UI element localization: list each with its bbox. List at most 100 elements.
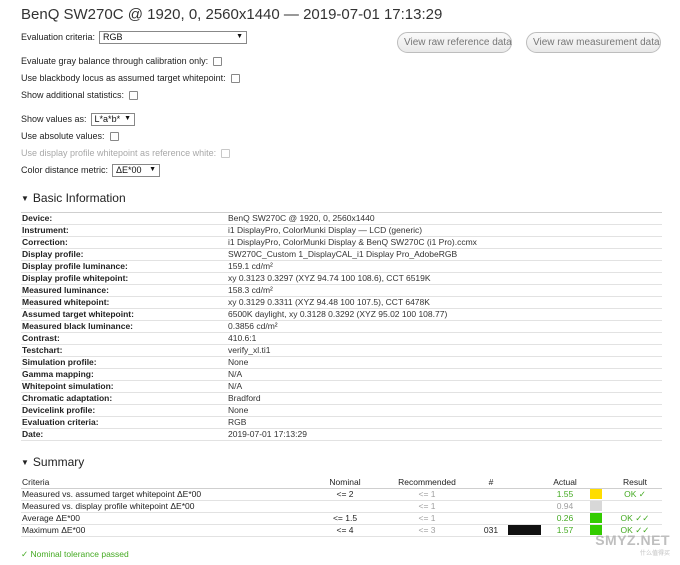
chevron-down-icon: ▼	[124, 115, 132, 122]
color-distance-label: Color distance metric:	[21, 165, 109, 175]
nominal-passed-status: ✓ Nominal tolerance passed	[21, 549, 129, 559]
table-row: Display profile luminance: 159.1 cd/m²	[21, 261, 662, 273]
evaluation-criteria-option: Evaluation criteria: RGB ▼	[21, 30, 248, 44]
chevron-down-icon: ▼	[149, 166, 157, 173]
view-raw-reference-button[interactable]: View raw reference data	[397, 32, 512, 53]
summary-row: Maximum ΔE*00 <= 4 <= 3 031 1.57 OK ✓✓	[21, 525, 662, 537]
info-value: 410.6:1	[228, 333, 257, 343]
blackbody-label: Use blackbody locus as assumed target wh…	[21, 73, 226, 83]
table-row: Device: BenQ SW270C @ 1920, 0, 2560x1440	[21, 213, 662, 225]
info-key: Measured luminance:	[22, 285, 109, 295]
summary-header-row: Criteria Nominal Recommended # Actual Re…	[21, 477, 662, 489]
absolute-values-checkbox[interactable]	[109, 131, 119, 141]
watermark: SMYZ.NET 什么值得买	[595, 532, 670, 557]
info-key: Devicelink profile:	[22, 405, 96, 415]
table-row: Assumed target whitepoint: 6500K daylight…	[21, 309, 662, 321]
table-row: Display profile whitepoint: xy 0.3123 0.3…	[21, 273, 662, 285]
summary-nominal: <= 2	[336, 489, 354, 499]
summary-recommended: <= 3	[418, 525, 436, 535]
evaluation-criteria-value: RGB	[103, 32, 123, 42]
table-row: Devicelink profile: None	[21, 405, 662, 417]
gray-balance-checkbox[interactable]	[213, 56, 223, 66]
table-row: Simulation profile: None	[21, 357, 662, 369]
color-distance-select[interactable]: ΔE*00 ▼	[112, 163, 161, 177]
info-key: Assumed target whitepoint:	[22, 309, 134, 319]
table-row: Contrast: 410.6:1	[21, 333, 662, 345]
summary-nominal: <= 1.5	[332, 513, 358, 523]
summary-table: Criteria Nominal Recommended # Actual Re…	[21, 477, 662, 537]
info-value: i1 DisplayPro, ColorMunki Display & BenQ…	[228, 237, 477, 247]
summary-criteria: Measured vs. assumed target whitepoint Δ…	[22, 489, 202, 499]
info-value: 158.3 cd/m²	[228, 285, 273, 295]
basic-info-heading[interactable]: ▼ Basic Information	[21, 191, 126, 205]
info-key: Measured black luminance:	[22, 321, 134, 331]
page-title: BenQ SW270C @ 1920, 0, 2560x1440 — 2019-…	[21, 6, 443, 23]
summary-criteria: Maximum ΔE*00	[22, 525, 86, 535]
color-distance-option: Color distance metric: ΔE*00 ▼	[21, 163, 161, 177]
absolute-values-label: Use absolute values:	[21, 131, 105, 141]
table-row: Measured luminance: 158.3 cd/m²	[21, 285, 662, 297]
summary-recommended: <= 1	[418, 513, 436, 523]
show-values-value: L*a*b*	[94, 114, 121, 124]
info-key: Testchart:	[22, 345, 63, 355]
col-recommended: Recommended	[398, 477, 456, 487]
watermark-text: SMYZ.NET	[595, 532, 670, 548]
table-row: Display profile: SW270C_Custom 1_DisplayC…	[21, 249, 662, 261]
info-key: Date:	[22, 429, 44, 439]
color-distance-value: ΔE*00	[116, 165, 142, 175]
patch-color-bar	[508, 525, 541, 535]
additional-stats-checkbox[interactable]	[129, 90, 139, 100]
info-value: Bradford	[228, 393, 261, 403]
view-raw-measurement-button[interactable]: View raw measurement data	[526, 32, 661, 53]
info-key: Display profile luminance:	[22, 261, 128, 271]
display-profile-wp-label: Use display profile whitepoint as refere…	[21, 148, 217, 158]
show-values-option: Show values as: L*a*b* ▼	[21, 112, 135, 126]
info-value: verify_xl.ti1	[228, 345, 271, 355]
collapse-triangle-icon: ▼	[21, 194, 29, 203]
info-value: N/A	[228, 381, 243, 391]
table-row: Evaluation criteria: RGB	[21, 417, 662, 429]
info-key: Whitepoint simulation:	[22, 381, 114, 391]
summary-recommended: <= 1	[418, 501, 436, 511]
blackbody-checkbox[interactable]	[230, 73, 240, 83]
summary-nominal: <= 4	[336, 525, 354, 535]
evaluation-criteria-select[interactable]: RGB ▼	[99, 30, 248, 44]
display-profile-wp-option: Use display profile whitepoint as refere…	[21, 146, 231, 160]
summary-row: Measured vs. display profile whitepoint …	[21, 501, 662, 513]
info-value: N/A	[228, 369, 243, 379]
info-value: None	[228, 405, 249, 415]
info-key: Chromatic adaptation:	[22, 393, 113, 403]
summary-result: OK ✓✓	[620, 513, 650, 523]
table-row: Chromatic adaptation: Bradford	[21, 393, 662, 405]
summary-criteria: Average ΔE*00	[22, 513, 80, 523]
info-value: 159.1 cd/m²	[228, 261, 273, 271]
watermark-sub: 什么值得买	[639, 551, 670, 557]
show-values-select[interactable]: L*a*b* ▼	[90, 112, 135, 126]
summary-heading[interactable]: ▼ Summary	[21, 455, 84, 469]
table-row: Instrument: i1 DisplayPro, ColorMunki Dis…	[21, 225, 662, 237]
table-row: Measured black luminance: 0.3856 cd/m²	[21, 321, 662, 333]
col-criteria: Criteria	[22, 477, 50, 487]
gray-balance-option: Evaluate gray balance through calibratio…	[21, 54, 223, 68]
info-key: Measured whitepoint:	[22, 297, 110, 307]
summary-actual: 1.57	[556, 525, 574, 535]
info-key: Contrast:	[22, 333, 60, 343]
info-value: xy 0.3123 0.3297 (XYZ 94.74 100 108.6), …	[228, 273, 431, 283]
blackbody-option: Use blackbody locus as assumed target wh…	[21, 71, 240, 85]
collapse-triangle-icon: ▼	[21, 458, 29, 467]
summary-heading-label: Summary	[32, 455, 85, 469]
table-row: Whitepoint simulation: N/A	[21, 381, 662, 393]
result-swatch	[590, 513, 602, 523]
info-key: Gamma mapping:	[22, 369, 94, 379]
basic-info-table: Device: BenQ SW270C @ 1920, 0, 2560x1440 I…	[21, 212, 662, 441]
additional-stats-option: Show additional statistics:	[21, 88, 139, 102]
summary-criteria: Measured vs. display profile whitepoint …	[22, 501, 195, 511]
summary-hash: 031	[483, 525, 499, 535]
evaluation-criteria-label: Evaluation criteria:	[21, 32, 96, 42]
table-row: Gamma mapping: N/A	[21, 369, 662, 381]
gray-balance-label: Evaluate gray balance through calibratio…	[21, 56, 209, 66]
info-key: Instrument:	[22, 225, 69, 235]
summary-actual: 0.26	[556, 513, 574, 523]
info-key: Device:	[22, 213, 53, 223]
info-value: xy 0.3129 0.3311 (XYZ 94.48 100 107.5), …	[228, 297, 430, 307]
